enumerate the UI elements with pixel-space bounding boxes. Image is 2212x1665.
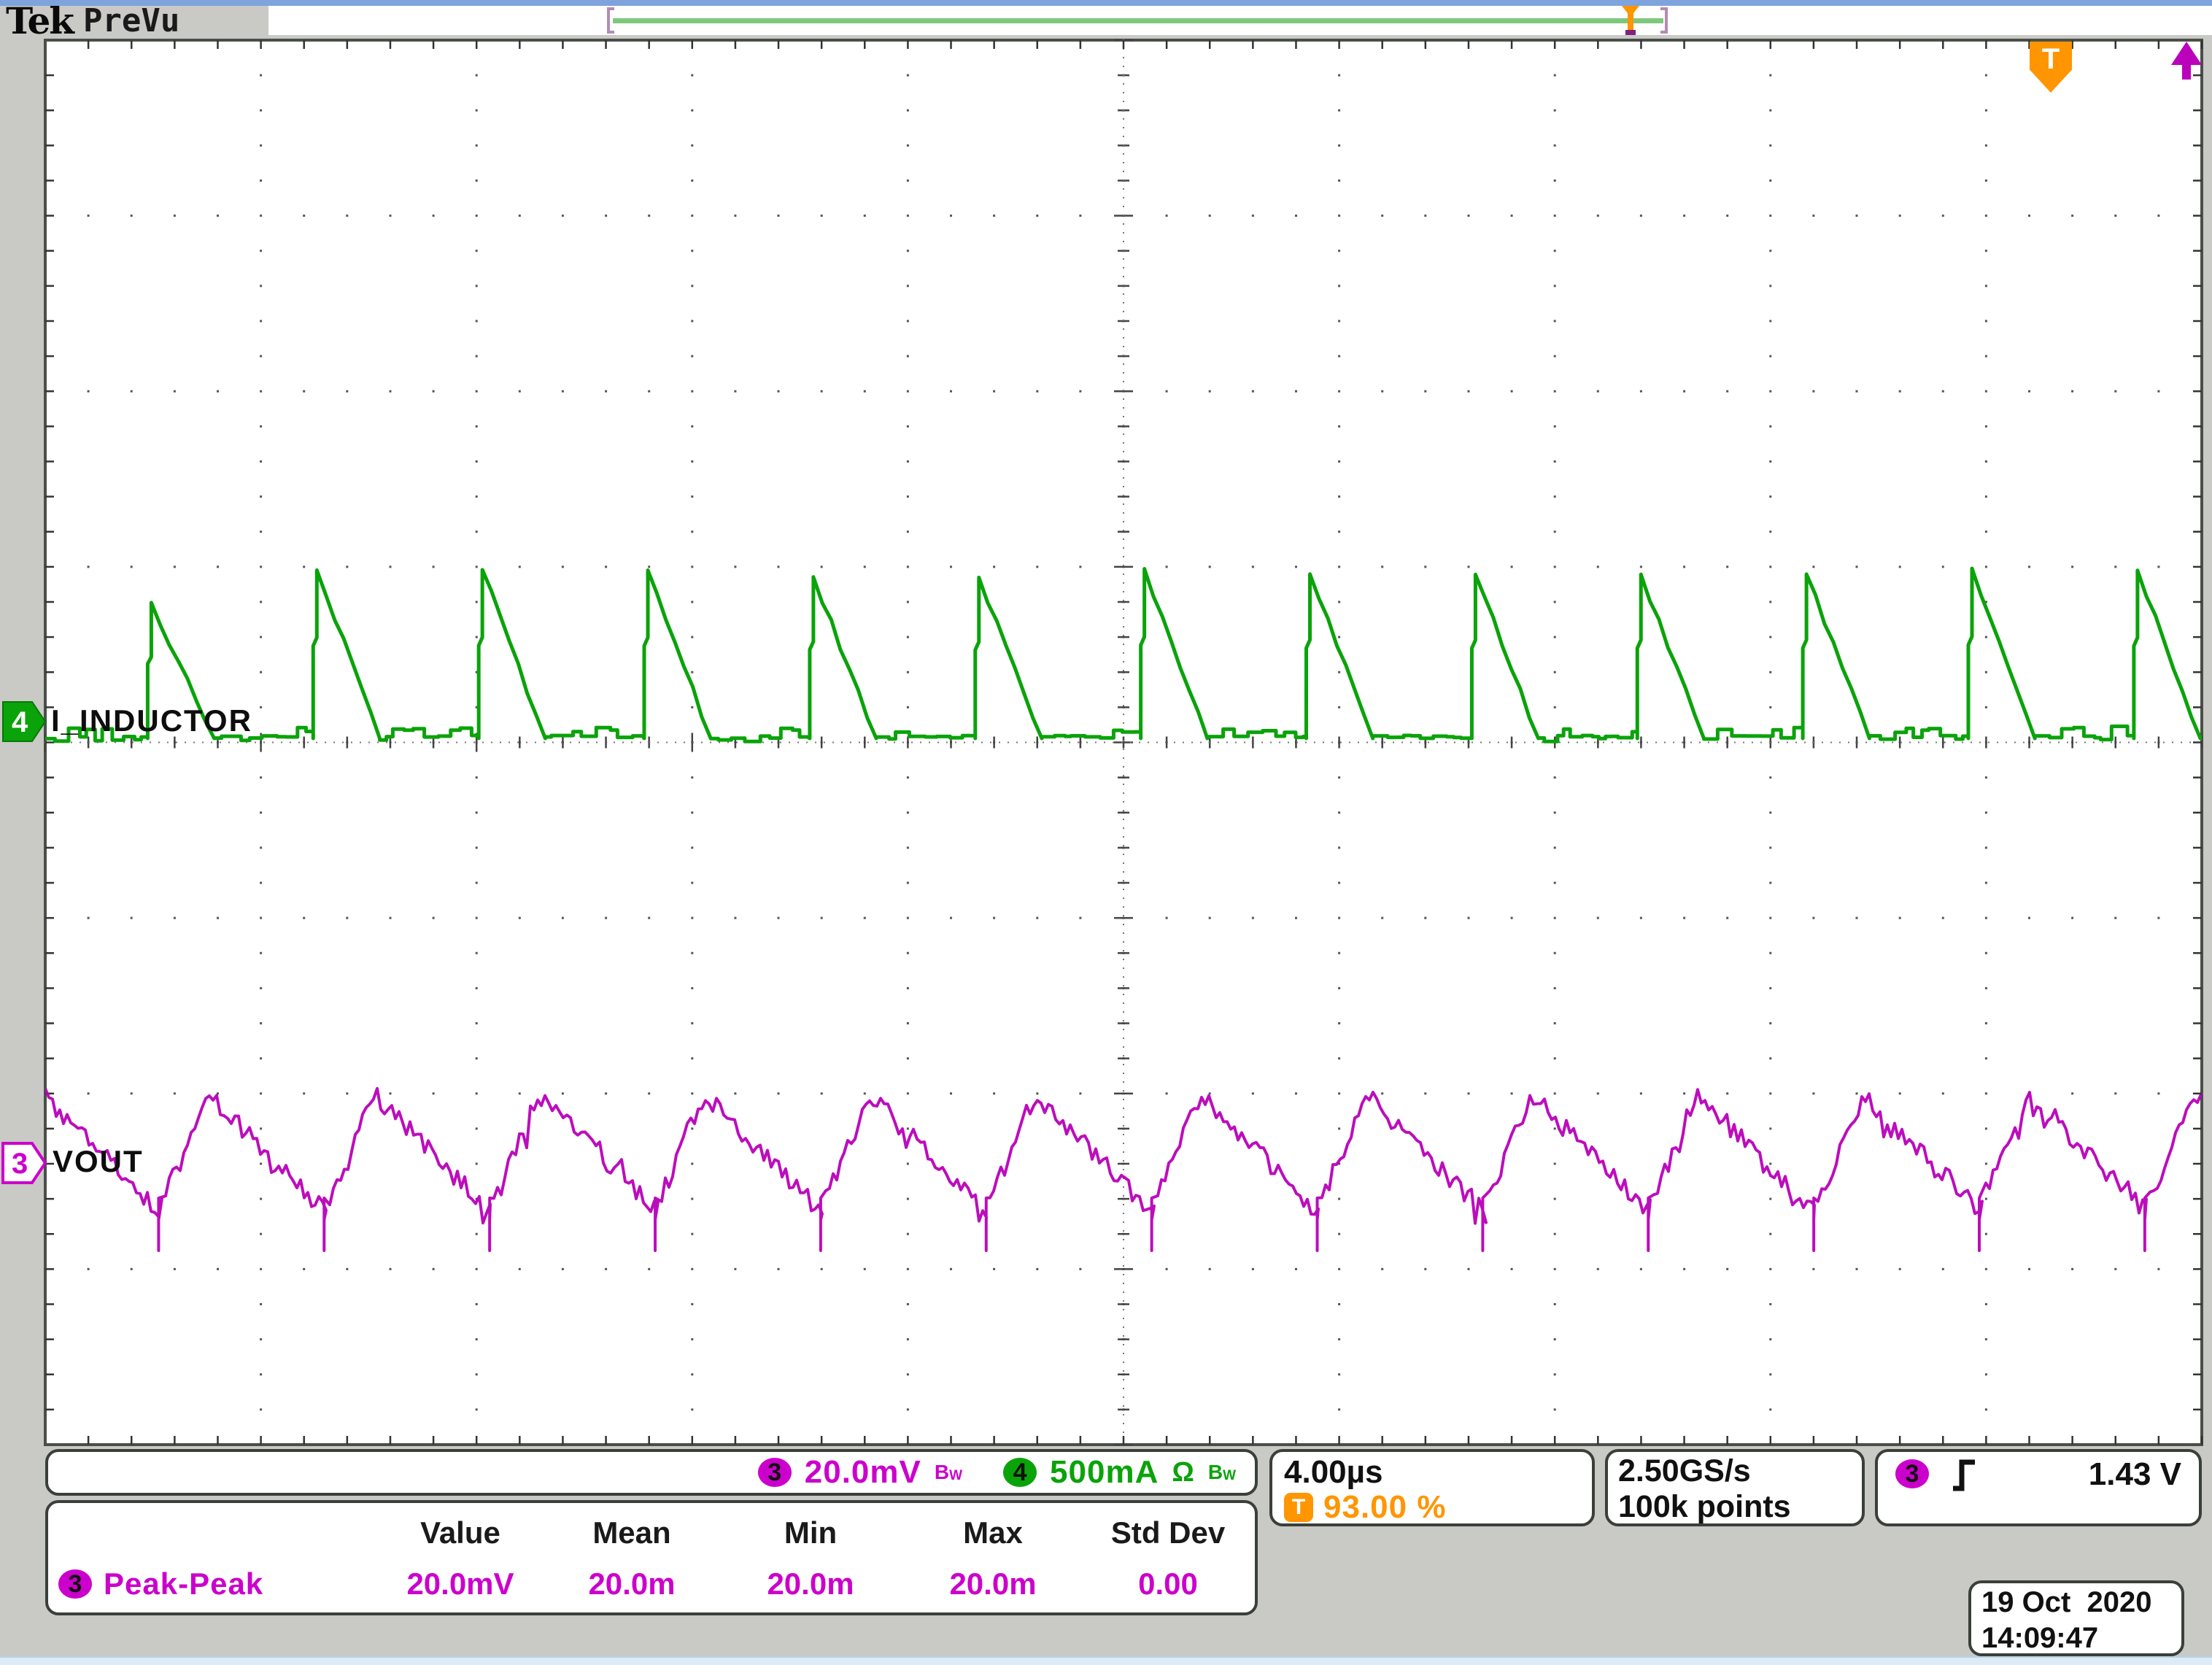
time-label: 14:09:47 [1981,1622,2099,1654]
col-header-mean: Mean [592,1515,671,1550]
ch3-bandwidth-limit-icon: BW [934,1461,963,1483]
sample-rate: 2.50GS/s [1618,1453,1751,1488]
measurement-table: Value Mean Min Max Std Dev 3 Peak-Peak 2… [45,1500,1258,1615]
svg-text:3: 3 [12,1148,28,1180]
svg-text:4: 4 [12,706,28,738]
channel-4-badge[interactable]: 4 [1003,1458,1037,1487]
trace-label-vout: VOUT [53,1144,144,1178]
trigger-t-badge: T [1284,1493,1313,1522]
acquisition-readout-box: 2.50GS/s 100k points [1605,1449,1865,1526]
measurement-min: 20.0m [767,1567,854,1601]
col-header-stddev: Std Dev [1110,1515,1226,1550]
measurement-name: Peak-Peak [104,1567,264,1601]
record-waveform-line [613,18,1663,23]
ch4-scale-readout: 500mA [1050,1454,1159,1490]
date-label: 19 Oct 2020 [1981,1586,2152,1618]
rising-edge-icon [1953,1459,1975,1491]
trace-label-i-inductor: I_INDUCTOR [51,703,252,738]
record-length: 100k points [1618,1489,1791,1524]
channel-readout-bar: 3 20.0mV BW 4 500mA Ω BW [45,1449,1258,1496]
trigger-level-arrow-icon[interactable] [2171,42,2203,80]
trigger-position-percent: 93.00 % [1323,1489,1447,1525]
trigger-readout-box: 3 1.43 V [1875,1449,2202,1526]
datetime-box: 19 Oct 2020 14:09:47 [1968,1580,2184,1656]
measurement-channel-badge[interactable]: 3 [58,1569,92,1599]
measurement-mean: 20.0m [588,1567,676,1601]
oscilloscope-screen: Tek PreVu I_INDUCTOR VOUT 4 3 T 3 20.0mV… [0,0,2212,1665]
col-header-min: Min [784,1515,838,1550]
wave-record-bar[interactable] [598,6,1678,35]
channel-4-position-marker[interactable]: 4 [1,700,50,744]
timebase-scale: 4.00µs [1284,1454,1383,1490]
ch4-impedance-symbol: Ω [1172,1456,1195,1488]
trigger-level-value: 1.43 V [2088,1456,2181,1492]
col-header-value: Value [420,1515,500,1550]
graticule-and-waveforms [44,39,2203,1446]
ch3-scale-readout: 20.0mV [804,1454,921,1490]
measurement-row-peak-peak: 3 Peak-Peak 20.0mV 20.0m 20.0m 20.0m 0.0… [48,1558,1255,1610]
measurement-header-row: Value Mean Min Max Std Dev [48,1507,1255,1558]
trigger-source-badge[interactable]: 3 [1895,1459,1929,1488]
channel-3-position-marker[interactable]: 3 [1,1142,50,1186]
timebase-readout-box: 4.00µs T 93.00 % [1269,1449,1595,1526]
measurement-stddev: 0.00 [1138,1567,1198,1601]
ch4-bandwidth-limit-icon: BW [1207,1461,1236,1483]
channel-3-badge[interactable]: 3 [757,1458,792,1487]
bottom-strip [0,1656,2212,1665]
measurement-value: 20.0mV [406,1567,514,1601]
col-header-max: Max [963,1515,1023,1550]
measurement-max: 20.0m [949,1567,1037,1601]
